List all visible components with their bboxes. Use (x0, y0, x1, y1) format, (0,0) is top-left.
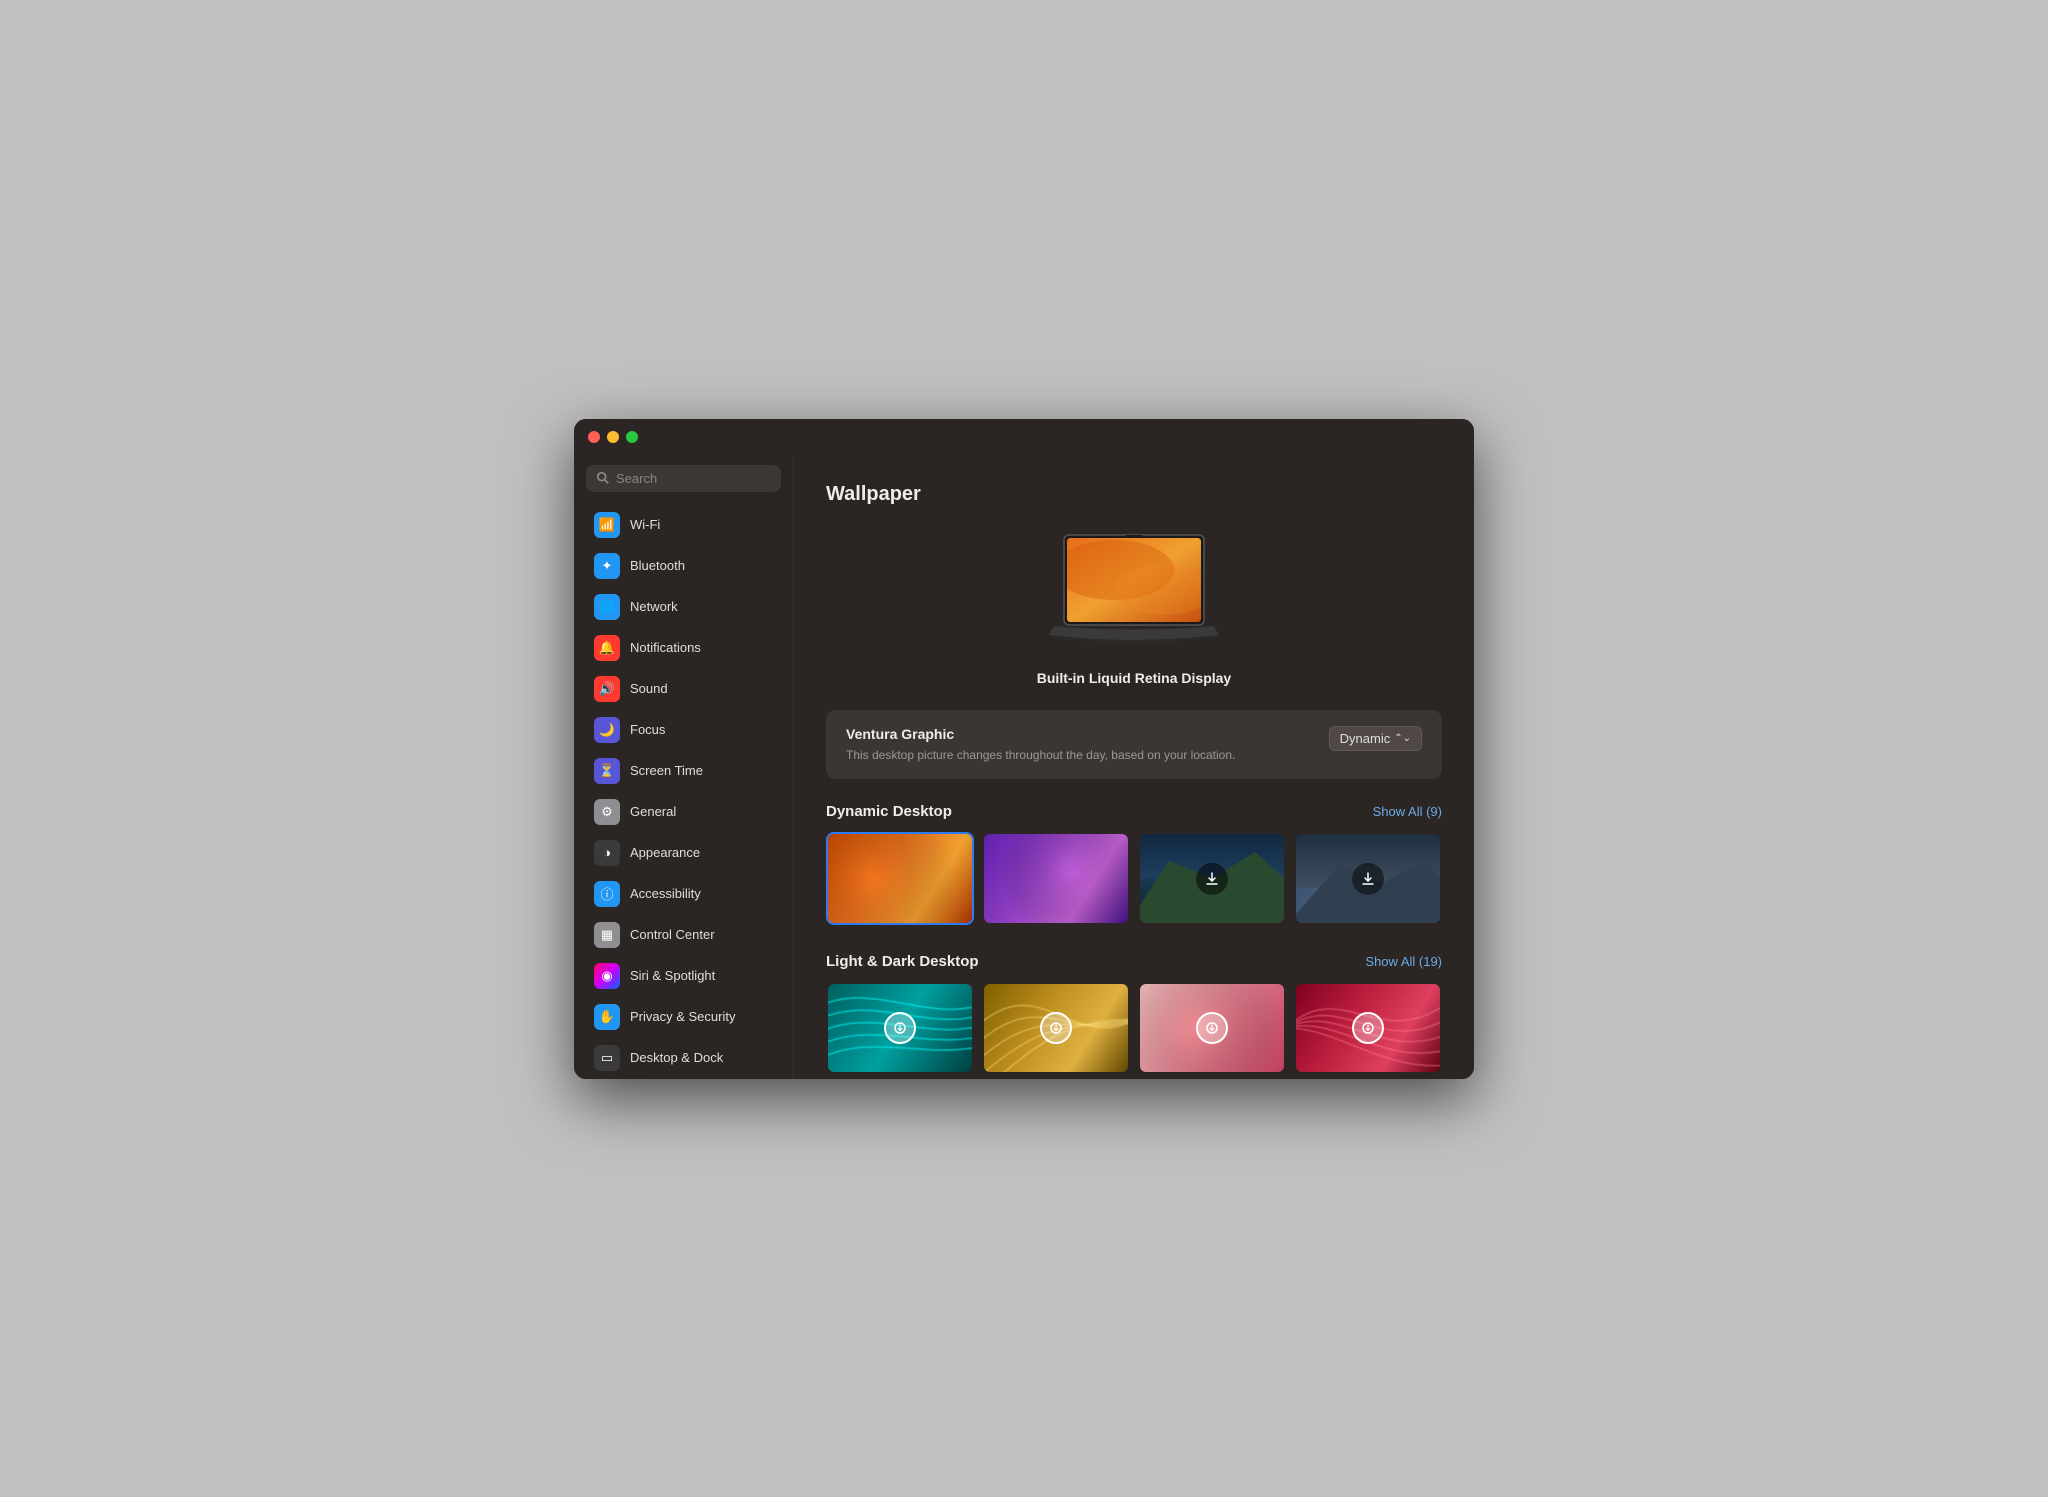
sidebar-item-focus[interactable]: 🌙 Focus (580, 710, 787, 750)
sidebar-icon-network: 🌐 (594, 594, 620, 620)
maximize-button[interactable] (626, 431, 638, 443)
wallpaper-thumb-catalina2[interactable] (1294, 832, 1442, 925)
sidebar-icon-sound: 🔊 (594, 676, 620, 702)
sidebar-item-bluetooth[interactable]: ✦ Bluetooth (580, 546, 787, 586)
sidebar-item-siri[interactable]: ◉ Siri & Spotlight (580, 956, 787, 996)
sidebar-item-general[interactable]: ⚙ General (580, 792, 787, 832)
wallpaper-thumb-catalina1[interactable] (1138, 832, 1286, 925)
sidebar-label-appearance: Appearance (630, 845, 700, 860)
sidebar-icon-bluetooth: ✦ (594, 553, 620, 579)
wallpaper-info-card: Ventura Graphic This desktop picture cha… (826, 710, 1442, 780)
search-box[interactable] (586, 465, 781, 492)
search-icon (596, 471, 610, 485)
sidebar-label-notifications: Notifications (630, 640, 701, 655)
wallpaper-canvas-1 (828, 834, 972, 923)
sidebar-items: 📶 Wi-Fi ✦ Bluetooth 🌐 Network 🔔 Notifications 🔊 S… (574, 504, 793, 1079)
sidebar-icon-siri: ◉ (594, 963, 620, 989)
download-icon-5 (1196, 1012, 1228, 1044)
dynamic-desktop-grid (826, 832, 1442, 925)
sidebar-icon-screen-time: ⏳ (594, 758, 620, 784)
sidebar-icon-privacy: ✋ (594, 1004, 620, 1030)
wallpaper-name: Ventura Graphic (846, 726, 1235, 742)
content-area: 📶 Wi-Fi ✦ Bluetooth 🌐 Network 🔔 Notifications 🔊 S… (574, 455, 1474, 1079)
wallpaper-info-left: Ventura Graphic This desktop picture cha… (846, 726, 1235, 764)
wallpaper-description: This desktop picture changes throughout … (846, 747, 1235, 764)
wallpaper-mode-select: Dynamic ⌃⌄ (1329, 726, 1422, 751)
minimize-button[interactable] (607, 431, 619, 443)
download-icon-2 (1352, 863, 1384, 895)
sidebar-label-siri: Siri & Spotlight (630, 968, 715, 983)
sidebar-icon-notifications: 🔔 (594, 635, 620, 661)
light-dark-title: Light & Dark Desktop (826, 953, 979, 970)
wallpaper-canvas-2 (984, 834, 1128, 923)
wallpaper-thumb-ld2[interactable] (982, 982, 1130, 1075)
download-icon-4 (1040, 1012, 1072, 1044)
page-title: Wallpaper (826, 483, 1442, 506)
sidebar-label-desktop-dock: Desktop & Dock (630, 1050, 723, 1065)
sidebar-icon-appearance: ◑ (594, 840, 620, 866)
mode-label: Dynamic (1340, 731, 1391, 746)
sidebar-label-privacy: Privacy & Security (630, 1009, 735, 1024)
sidebar-item-privacy[interactable]: ✋ Privacy & Security (580, 997, 787, 1037)
sidebar-item-accessibility[interactable]: ⓘ Accessibility (580, 874, 787, 914)
wallpaper-thumb-ventura-purple[interactable] (982, 832, 1130, 925)
sidebar-label-focus: Focus (630, 722, 665, 737)
wallpaper-thumb-ld1[interactable] (826, 982, 974, 1075)
sidebar-label-bluetooth: Bluetooth (630, 558, 685, 573)
titlebar (574, 419, 1474, 455)
sidebar-item-appearance[interactable]: ◑ Appearance (580, 833, 787, 873)
download-icon-3 (884, 1012, 916, 1044)
sidebar-item-network[interactable]: 🌐 Network (580, 587, 787, 627)
traffic-lights (588, 431, 638, 443)
dynamic-desktop-show-all[interactable]: Show All (9) (1373, 804, 1442, 819)
sidebar-icon-desktop-dock: ▭ (594, 1045, 620, 1071)
sidebar-label-accessibility: Accessibility (630, 886, 701, 901)
dynamic-desktop-title: Dynamic Desktop (826, 803, 952, 820)
close-button[interactable] (588, 431, 600, 443)
sidebar-label-sound: Sound (630, 681, 668, 696)
mode-dropdown[interactable]: Dynamic ⌃⌄ (1329, 726, 1422, 751)
display-name: Built-in Liquid Retina Display (1037, 670, 1231, 686)
wallpaper-thumb-ld3[interactable] (1138, 982, 1286, 1075)
sidebar-icon-control-center: ▦ (594, 922, 620, 948)
system-preferences-window: 📶 Wi-Fi ✦ Bluetooth 🌐 Network 🔔 Notifications 🔊 S… (574, 419, 1474, 1079)
light-dark-header: Light & Dark Desktop Show All (19) (826, 953, 1442, 970)
light-dark-grid (826, 982, 1442, 1075)
sidebar-item-sound[interactable]: 🔊 Sound (580, 669, 787, 709)
laptop-preview (1034, 530, 1234, 660)
sidebar-item-wifi[interactable]: 📶 Wi-Fi (580, 505, 787, 545)
wallpaper-thumb-ventura-day[interactable] (826, 832, 974, 925)
sidebar-label-screen-time: Screen Time (630, 763, 703, 778)
wallpaper-thumb-ld4[interactable] (1294, 982, 1442, 1075)
search-input[interactable] (616, 471, 771, 486)
chevron-icon: ⌃⌄ (1394, 733, 1411, 744)
sidebar-icon-wifi: 📶 (594, 512, 620, 538)
sidebar-label-control-center: Control Center (630, 927, 715, 942)
light-dark-show-all[interactable]: Show All (19) (1365, 954, 1442, 969)
download-icon-6 (1352, 1012, 1384, 1044)
sidebar-label-wifi: Wi-Fi (630, 517, 660, 532)
sidebar-icon-accessibility: ⓘ (594, 881, 620, 907)
sidebar-item-notifications[interactable]: 🔔 Notifications (580, 628, 787, 668)
download-icon-1 (1196, 863, 1228, 895)
sidebar: 📶 Wi-Fi ✦ Bluetooth 🌐 Network 🔔 Notifications 🔊 S… (574, 455, 794, 1079)
sidebar-label-general: General (630, 804, 676, 819)
sidebar-item-control-center[interactable]: ▦ Control Center (580, 915, 787, 955)
display-preview: Built-in Liquid Retina Display (826, 530, 1442, 686)
dynamic-desktop-header: Dynamic Desktop Show All (9) (826, 803, 1442, 820)
sidebar-icon-focus: 🌙 (594, 717, 620, 743)
sidebar-icon-general: ⚙ (594, 799, 620, 825)
main-content: Wallpaper (794, 455, 1474, 1079)
sidebar-item-desktop-dock[interactable]: ▭ Desktop & Dock (580, 1038, 787, 1078)
sidebar-item-screen-time[interactable]: ⏳ Screen Time (580, 751, 787, 791)
sidebar-label-network: Network (630, 599, 678, 614)
